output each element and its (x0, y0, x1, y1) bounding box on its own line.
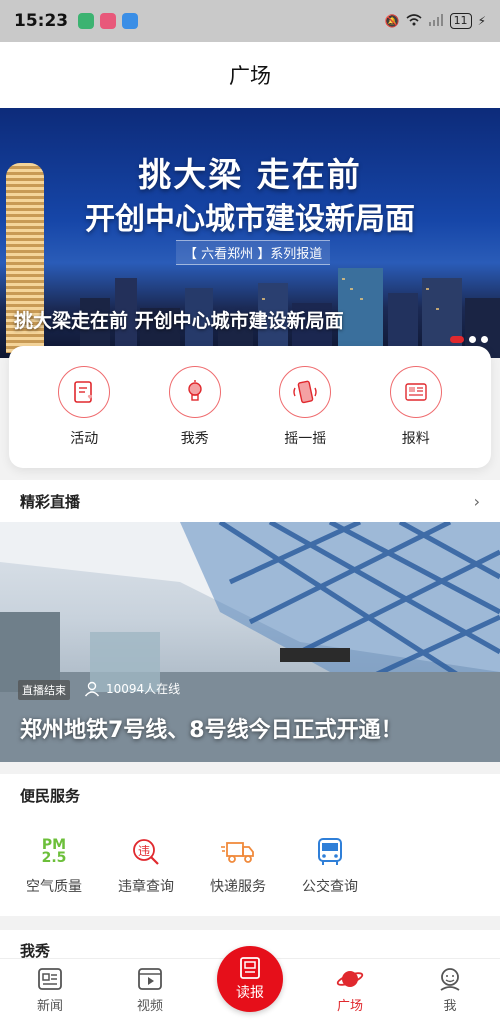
tab-square[interactable]: 广场 (300, 959, 400, 1020)
quick-action-show[interactable]: 我秀 (155, 366, 235, 448)
carousel-dot (469, 336, 476, 343)
wifi-icon (406, 13, 422, 29)
banner-series-tag: 【 六看郑州 】系列报道 (176, 240, 331, 265)
services-section-title: 便民服务 (20, 786, 81, 805)
status-time: 15:23 (14, 11, 69, 31)
service-label: 空气质量 (26, 879, 82, 895)
delivery-truck-icon (221, 836, 255, 868)
banner-carousel[interactable]: 挑大梁 走在前 开创中心城市建设新局面 【 六看郑州 】系列报道 挑大梁走在前 … (0, 108, 500, 358)
charging-icon: ⚡ (477, 14, 486, 28)
mute-icon: 🔕 (384, 14, 400, 28)
tab-label: 新闻 (36, 999, 63, 1014)
service-violation-query[interactable]: 违 违章查询 (100, 816, 192, 916)
live-headline: 郑州地铁7号线、8号线今日正式开通！ (20, 718, 403, 743)
quick-action-label: 活动 (70, 431, 99, 447)
svg-text:违: 违 (138, 844, 150, 858)
tab-me[interactable]: 我 (400, 959, 500, 1020)
viewer-count: 10094人在线 (84, 680, 180, 697)
tab-label: 我 (443, 999, 457, 1014)
user-icon (84, 681, 100, 696)
tab-label: 广场 (336, 999, 363, 1014)
services-section-header: 便民服务 (0, 774, 500, 816)
quick-action-label: 报料 (401, 431, 430, 447)
bus-icon (316, 836, 344, 868)
quick-action-shake[interactable]: 摇一摇 (265, 366, 345, 448)
quick-action-activity[interactable]: 活动 (44, 366, 124, 448)
tab-label: 视频 (136, 999, 163, 1014)
carousel-dot (481, 336, 488, 343)
notification-icons (78, 13, 139, 29)
carousel-indicator (450, 336, 488, 343)
service-label: 违章查询 (118, 879, 174, 895)
pm25-icon: PM 2.5 (41, 837, 67, 866)
live-status-badge: 直播结束 (18, 680, 70, 700)
tab-read-paper[interactable]: 读报 (217, 946, 283, 1012)
live-section-header[interactable]: 精彩直播 › (0, 480, 500, 522)
chevron-right-icon[interactable]: › (474, 492, 480, 511)
notification-app-icon-2 (100, 13, 117, 29)
quick-action-report[interactable]: 报料 (376, 366, 456, 448)
quick-action-label: 摇一摇 (284, 431, 327, 447)
signal-icon (428, 13, 444, 29)
read-paper-icon (240, 957, 260, 979)
page-header: 广场 (0, 42, 500, 108)
status-bar: 15:23 🔕 11 ⚡ (0, 0, 500, 42)
activity-card-icon (58, 366, 111, 418)
battery-indicator: 11 (449, 13, 472, 29)
bulb-icon (168, 366, 221, 418)
tab-video[interactable]: 视频 (100, 959, 200, 1020)
service-label: 公交查询 (302, 879, 358, 895)
quick-action-label: 我秀 (180, 431, 209, 447)
video-icon (138, 968, 162, 990)
newspaper-icon (389, 366, 442, 418)
tab-news[interactable]: 新闻 (0, 959, 100, 1020)
service-label: 快递服务 (210, 879, 266, 895)
notification-app-icon-3 (122, 13, 139, 29)
planet-icon (336, 971, 364, 987)
carousel-dot-active (450, 336, 464, 343)
shake-phone-icon (279, 366, 332, 418)
notification-app-icon-1 (78, 13, 95, 29)
banner-headline-line2: 开创中心城市建设新局面 (85, 202, 415, 237)
viewer-count-text: 10094人在线 (106, 682, 181, 696)
violation-search-icon: 违 (131, 836, 161, 868)
live-section-title: 精彩直播 (20, 492, 81, 511)
banner-caption: 挑大梁走在前 开创中心城市建设新局面 (14, 310, 344, 332)
service-air-quality[interactable]: PM 2.5 空气质量 (8, 816, 100, 916)
banner-headline-line1: 挑大梁 走在前 (138, 155, 362, 194)
profile-icon (440, 968, 460, 991)
service-bus-query[interactable]: 公交查询 (284, 816, 376, 916)
live-stream-card[interactable]: 直播结束 10094人在线 郑州地铁7号线、8号线今日正式开通！ (0, 522, 500, 762)
page-title: 广场 (229, 64, 271, 88)
services-row: PM 2.5 空气质量 违 违章查询 快递服务 公交查询 (0, 816, 500, 916)
tab-label: 读报 (236, 985, 264, 1001)
service-delivery[interactable]: 快递服务 (192, 816, 284, 916)
quick-actions-card: 活动 我秀 摇一摇 报料 (9, 346, 491, 468)
news-icon (38, 968, 62, 990)
status-right: 🔕 11 ⚡ (385, 13, 486, 29)
